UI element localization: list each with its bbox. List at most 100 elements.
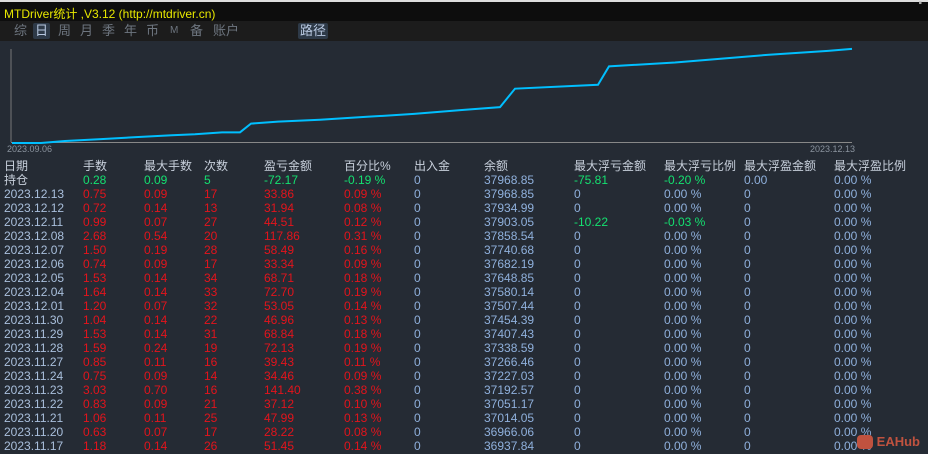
cell: 2023.12.05 — [4, 271, 65, 285]
table-row: 2023.12.08 2.68 0.54 20 117.86 0.31 % 0 37858.5… — [0, 229, 928, 243]
cell: 0.70 — [144, 383, 168, 397]
cell: 0.00 % — [834, 285, 872, 299]
cell: 1.04 — [83, 313, 107, 327]
table-row: 2023.12.13 0.75 0.09 17 33.86 0.09 % 0 37968.85… — [0, 187, 928, 201]
cell: 37454.39 — [484, 313, 535, 327]
column-header: 最大浮亏金额 — [574, 159, 647, 173]
cell: 2023.11.23 — [4, 383, 64, 397]
cell: 0.00 % — [834, 187, 872, 201]
cell: 21 — [204, 397, 218, 411]
cell: 34.46 — [264, 369, 295, 383]
cell: 0.00 % — [834, 229, 872, 243]
period-tabs: 综日周月季年币 M 备账户 路径 — [0, 21, 928, 41]
cell: 37051.17 — [484, 397, 535, 411]
cell: 2023.11.20 — [4, 425, 64, 439]
chart-start-date: 2023.09.06 — [7, 144, 53, 154]
cell: 1.64 — [83, 285, 107, 299]
cell: 17 — [204, 187, 218, 201]
cell: 0.13 % — [344, 411, 382, 425]
cell: 0.08 % — [344, 201, 382, 215]
cell: 2023.12.13 — [4, 187, 65, 201]
cell: 0.18 % — [344, 327, 382, 341]
cell: 37266.46 — [484, 355, 535, 369]
table-row: 2023.12.12 0.72 0.14 13 31.94 0.08 % 0 37934.99… — [0, 201, 928, 215]
cell: 0.09 — [144, 369, 168, 383]
cell: 0.07 — [144, 215, 168, 229]
tab-7[interactable]: M — [168, 23, 180, 39]
table-row: 2023.12.05 1.53 0.14 34 68.71 0.18 % 0 37648.85… — [0, 271, 928, 285]
cell: 0.00 % — [664, 201, 702, 215]
cell: 0 — [414, 257, 421, 271]
cell: 0 — [414, 439, 421, 453]
cell: 2023.12.04 — [4, 285, 65, 299]
column-header: 手数 — [83, 159, 108, 173]
cell: 0.16 % — [344, 243, 382, 257]
table-row: 2023.11.28 1.59 0.24 19 72.13 0.19 % 0 37338.59… — [0, 341, 928, 355]
cell: 0.14 — [144, 201, 168, 215]
cell: 37192.57 — [484, 383, 535, 397]
cell: 0.00 % — [834, 313, 872, 327]
column-header: 盈亏金额 — [264, 159, 313, 173]
cell: 0.00 % — [834, 271, 872, 285]
cell: 34 — [204, 271, 218, 285]
table-row: 2023.11.30 1.04 0.14 22 46.96 0.13 % 0 37454.39… — [0, 313, 928, 327]
cell: 0.11 % — [344, 355, 381, 369]
cell: 0.19 % — [344, 341, 382, 355]
table-row: 2023.11.29 1.53 0.14 31 68.84 0.18 % 0 37407.43… — [0, 327, 928, 341]
tab-3[interactable]: 月 — [78, 23, 95, 39]
cell: 0 — [574, 327, 581, 341]
tab-4[interactable]: 季 — [100, 23, 117, 39]
cell: 2023.11.17 — [4, 439, 64, 453]
cell: 0 — [574, 341, 581, 355]
cell: 1.53 — [83, 327, 107, 341]
tab-0[interactable]: 综 — [12, 23, 29, 39]
cell: 0 — [574, 201, 581, 215]
cell: 0 — [574, 369, 581, 383]
cell: 0 — [414, 341, 421, 355]
cell: 0.63 — [83, 425, 107, 439]
cell: 0.00 % — [834, 397, 872, 411]
tab-9[interactable]: 账户 — [211, 23, 241, 39]
equity-chart-svg — [10, 47, 853, 144]
tab-10[interactable]: 路径 — [298, 23, 329, 39]
cell: 36966.06 — [484, 425, 535, 439]
close-icon[interactable]: ▪ — [918, 0, 922, 9]
cell: 0 — [414, 229, 421, 243]
table-row: 2023.11.22 0.83 0.09 21 37.12 0.10 % 0 37051.17… — [0, 397, 928, 411]
cell: 0 — [744, 271, 751, 285]
tab-2[interactable]: 周 — [56, 23, 73, 39]
cell: 1.18 — [83, 439, 107, 453]
cell: 0.00 % — [834, 299, 872, 313]
cell: 28.22 — [264, 425, 295, 439]
cell: 58.49 — [264, 243, 295, 257]
cell: -72.17 — [264, 173, 299, 187]
tab-5[interactable]: 年 — [122, 23, 139, 39]
column-header: 出入金 — [414, 159, 451, 173]
column-header: 最大浮盈比例 — [834, 159, 907, 173]
cell: 0.10 % — [344, 397, 382, 411]
table-row: 2023.12.11 0.99 0.07 27 44.51 0.12 % 0 37903.05… — [0, 215, 928, 229]
cell: 0.83 — [83, 397, 107, 411]
table-row: 2023.12.04 1.64 0.14 33 72.70 0.19 % 0 37580.14… — [0, 285, 928, 299]
cell: 0.13 % — [344, 313, 382, 327]
cell: 0 — [574, 285, 581, 299]
cell: 0.00 % — [664, 425, 702, 439]
cell: 0.31 % — [344, 229, 382, 243]
cell: 0.00 % — [834, 341, 872, 355]
cell: 0 — [744, 215, 751, 229]
window-title: MTDriver统计 ,V3.12 (http://mtdriver.cn) — [4, 7, 216, 21]
cell: 0.07 — [144, 425, 168, 439]
table-row: 2023.11.27 0.85 0.11 16 39.43 0.11 % 0 37266.46… — [0, 355, 928, 369]
tab-6[interactable]: 币 — [144, 23, 161, 39]
cell: 68.71 — [264, 271, 295, 285]
cell: 0 — [574, 355, 581, 369]
title-bar: MTDriver统计 ,V3.12 (http://mtdriver.cn) ▪ — [0, 0, 928, 21]
cell: 0 — [744, 327, 751, 341]
cell: 0 — [414, 411, 421, 425]
cell: 2023.11.27 — [4, 355, 64, 369]
tab-1[interactable]: 日 — [33, 23, 51, 39]
tab-8[interactable]: 备 — [188, 23, 205, 39]
cell: 0.00 % — [834, 243, 872, 257]
cell: 2023.11.21 — [4, 411, 64, 425]
cell: 0 — [414, 313, 421, 327]
